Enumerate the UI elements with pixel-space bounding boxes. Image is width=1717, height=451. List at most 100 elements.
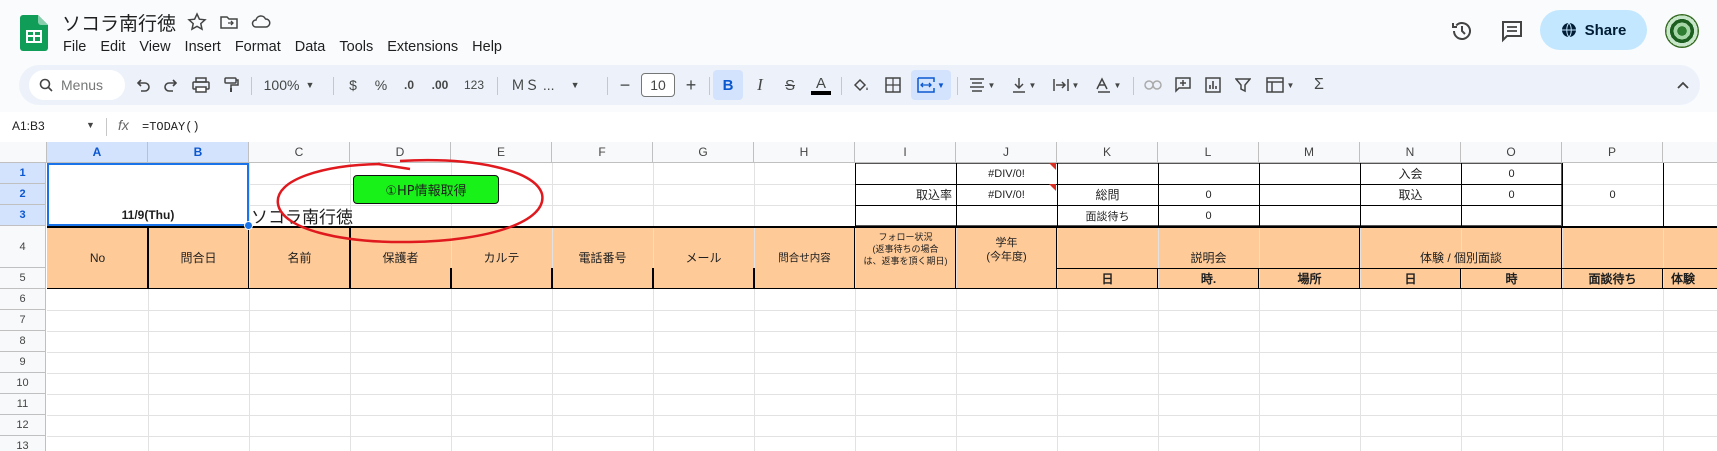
menu-view[interactable]: View	[132, 37, 177, 57]
subheader-briefing-day[interactable]: 日	[1057, 268, 1158, 289]
filter-views-button[interactable]: ▼	[1259, 65, 1301, 105]
menu-help[interactable]: Help	[465, 37, 509, 57]
insert-link-button[interactable]	[1139, 65, 1167, 105]
strikethrough-button[interactable]: S	[777, 65, 803, 105]
text-color-button[interactable]: A	[807, 65, 835, 105]
zoom-select[interactable]: 100% ▼	[259, 65, 319, 105]
header-no[interactable]: No	[47, 247, 148, 268]
cell-k2[interactable]: 総問	[1057, 184, 1158, 205]
italic-button[interactable]: I	[747, 65, 773, 105]
fill-color-button[interactable]	[847, 65, 875, 105]
share-button[interactable]: Share	[1540, 10, 1647, 50]
menu-file[interactable]: File	[56, 37, 93, 57]
paint-format-button[interactable]	[217, 65, 245, 105]
version-history-icon[interactable]	[1448, 17, 1476, 45]
header-inquiry-date[interactable]: 問合日	[148, 247, 249, 268]
borders-button[interactable]	[879, 65, 907, 105]
collapse-toolbar-button[interactable]	[1671, 65, 1695, 105]
column-header-h[interactable]: H	[754, 142, 855, 163]
row-header-9[interactable]: 9	[0, 352, 46, 373]
header-trial-interview[interactable]: 体験 / 個別面談	[1360, 247, 1562, 268]
filter-button[interactable]	[1229, 65, 1257, 105]
menu-tools[interactable]: Tools	[332, 37, 380, 57]
column-header-l[interactable]: L	[1158, 142, 1259, 163]
header-grade-line2[interactable]: (今年度)	[956, 248, 1057, 263]
name-box-caret-icon[interactable]: ▼	[86, 120, 95, 130]
row-header-5[interactable]: 5	[0, 268, 46, 289]
cell-j1[interactable]: #DIV/0!	[956, 163, 1057, 184]
column-header-o[interactable]: O	[1461, 142, 1562, 163]
percent-format-button[interactable]: %	[369, 65, 393, 105]
insert-comment-button[interactable]	[1169, 65, 1197, 105]
row-header-2[interactable]: 2	[0, 184, 46, 205]
cloud-status-icon[interactable]	[251, 12, 271, 32]
row-header-6[interactable]: 6	[0, 289, 46, 310]
column-header-b[interactable]: B	[148, 142, 249, 163]
move-folder-icon[interactable]	[219, 12, 239, 32]
subheader-briefing-time[interactable]: 時.	[1158, 268, 1259, 289]
column-header-f[interactable]: F	[552, 142, 653, 163]
formula-input[interactable]: =TODAY()	[142, 120, 200, 134]
cell-o1[interactable]: 0	[1461, 163, 1562, 184]
undo-button[interactable]	[131, 65, 155, 105]
row-header-8[interactable]: 8	[0, 331, 46, 352]
column-header-a[interactable]: A	[47, 142, 148, 163]
subheader-experience[interactable]: 体験	[1663, 268, 1717, 289]
spreadsheet-grid[interactable]: A B C D E F G H I J K L M N O P 1 2 3 4 …	[0, 142, 1717, 451]
decrease-font-size-button[interactable]: −	[615, 65, 635, 105]
column-header-g[interactable]: G	[653, 142, 754, 163]
star-icon[interactable]	[187, 12, 207, 32]
row-header-13[interactable]: 13	[0, 436, 46, 451]
horizontal-align-button[interactable]: ▼	[963, 65, 1001, 105]
menu-data[interactable]: Data	[288, 37, 333, 57]
row-header-1[interactable]: 1	[0, 163, 46, 184]
increase-decimal-button[interactable]: .00	[425, 65, 455, 105]
menus-search[interactable]: Menus	[29, 70, 125, 100]
header-inquiry-content[interactable]: 問合せ内容	[754, 247, 855, 268]
more-formats-button[interactable]: 123	[459, 65, 489, 105]
increase-font-size-button[interactable]: +	[681, 65, 701, 105]
menu-edit[interactable]: Edit	[93, 37, 132, 57]
cell-j2[interactable]: #DIV/0!	[956, 184, 1057, 205]
name-box[interactable]: A1:B3	[12, 119, 45, 133]
font-family-select[interactable]: ＭＳ ... ▼	[505, 65, 597, 105]
cell-l2[interactable]: 0	[1158, 184, 1259, 205]
column-header-q[interactable]	[1663, 142, 1717, 163]
row-header-3[interactable]: 3	[0, 205, 46, 226]
print-button[interactable]	[187, 65, 215, 105]
column-header-m[interactable]: M	[1259, 142, 1360, 163]
vertical-align-button[interactable]: ▼	[1005, 65, 1043, 105]
comments-icon[interactable]	[1498, 17, 1526, 45]
subheader-briefing-place[interactable]: 場所	[1259, 268, 1360, 289]
subheader-trial-time[interactable]: 時	[1461, 268, 1562, 289]
merge-cells-button[interactable]: ▼	[911, 70, 951, 100]
cell-n2[interactable]: 取込	[1360, 184, 1461, 205]
menu-extensions[interactable]: Extensions	[380, 37, 465, 57]
header-mail[interactable]: メール	[653, 247, 754, 268]
functions-button[interactable]: Σ	[1305, 65, 1333, 105]
decrease-decimal-button[interactable]: .0	[397, 65, 421, 105]
sheets-logo-icon[interactable]	[20, 15, 48, 51]
column-header-i[interactable]: I	[855, 142, 956, 163]
column-header-j[interactable]: J	[956, 142, 1057, 163]
subheader-waiting-interview[interactable]: 面談待ち	[1562, 268, 1663, 289]
text-rotation-button[interactable]: ▼	[1089, 65, 1127, 105]
column-header-n[interactable]: N	[1360, 142, 1461, 163]
cell-n1[interactable]: 入会	[1360, 163, 1461, 184]
row-header-10[interactable]: 10	[0, 373, 46, 394]
column-header-p[interactable]: P	[1562, 142, 1663, 163]
currency-format-button[interactable]: $	[341, 65, 365, 105]
document-title[interactable]: ソコラ南行徳	[62, 9, 176, 36]
header-phone[interactable]: 電話番号	[552, 247, 653, 268]
cell-a1-date[interactable]: 11/9(Thu)	[49, 205, 247, 225]
header-follow-line3[interactable]: は、返事を頂く期日)	[855, 254, 956, 267]
column-header-k[interactable]: K	[1057, 142, 1158, 163]
menu-insert[interactable]: Insert	[178, 37, 228, 57]
cell-i2[interactable]: 取込率	[855, 184, 956, 205]
bold-button[interactable]: B	[713, 70, 743, 100]
text-wrapping-button[interactable]: ▼	[1047, 65, 1085, 105]
menu-format[interactable]: Format	[228, 37, 288, 57]
cell-p2[interactable]: 0	[1562, 184, 1663, 205]
subheader-trial-day[interactable]: 日	[1360, 268, 1461, 289]
redo-button[interactable]	[159, 65, 183, 105]
